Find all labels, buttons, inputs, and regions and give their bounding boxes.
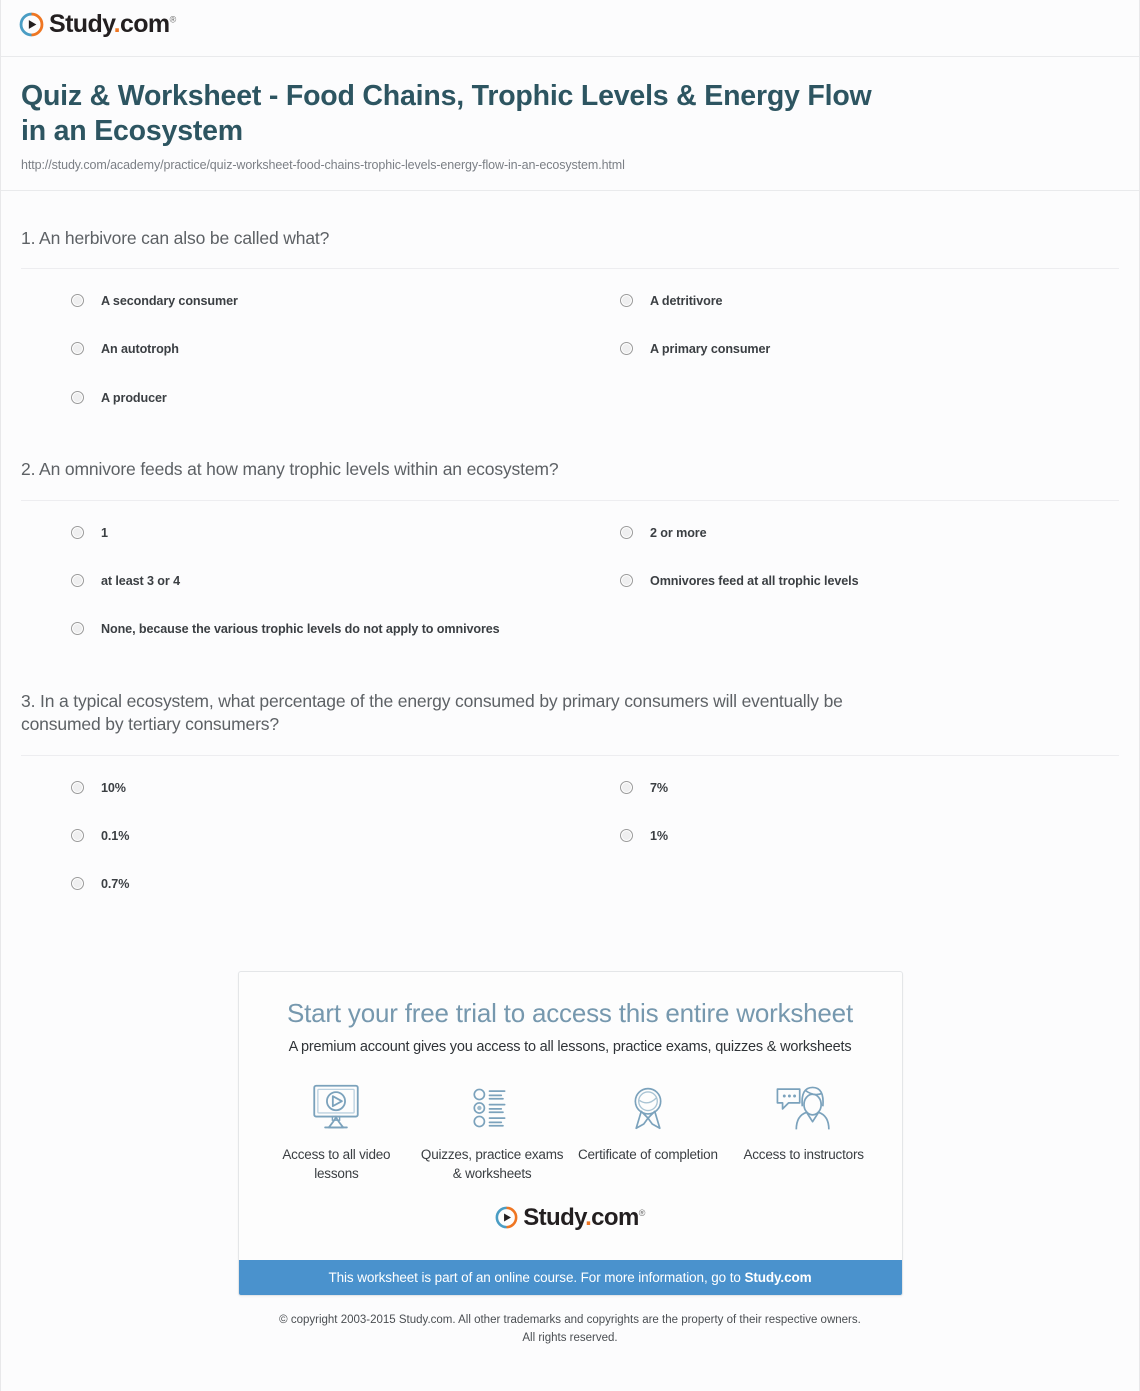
promo-subtitle: A premium account gives you access to al… — [288, 1038, 852, 1055]
answer-label: 10% — [101, 780, 126, 795]
radio-button-icon[interactable] — [71, 780, 84, 794]
radio-button-icon[interactable] — [71, 622, 84, 636]
question-block: 1. An herbivore can also be called what?… — [21, 191, 1119, 423]
promo-title: Start your free trial to access this ent… — [287, 997, 853, 1028]
award-ribbon-icon — [576, 1079, 720, 1137]
answer-label: None, because the various trophic levels… — [101, 622, 500, 637]
feature-item: Certificate of completion — [570, 1079, 726, 1184]
radio-button-icon[interactable] — [71, 829, 84, 843]
promo-content: Start your free trial to access this ent… — [239, 972, 902, 1260]
answer-option[interactable]: 2 or more — [570, 509, 1119, 557]
radio-button-icon[interactable] — [620, 573, 633, 587]
feature-item: Access to instructors — [726, 1079, 882, 1184]
question-divider — [21, 267, 1119, 269]
radio-button-icon[interactable] — [71, 342, 84, 356]
feature-item: Quizzes, practice exams & worksheets — [414, 1079, 570, 1184]
logo-word: Study — [523, 1203, 586, 1231]
answer-option[interactable]: Omnivores feed at all trophic levels — [570, 557, 1119, 605]
answer-label: Omnivores feed at all trophic levels — [650, 573, 859, 588]
instructor-chat-icon — [732, 1079, 876, 1137]
answer-option[interactable]: 10% — [21, 764, 570, 812]
feature-label: Access to all video lessons — [282, 1146, 391, 1182]
radio-button-icon[interactable] — [620, 293, 633, 307]
banner-link[interactable]: Study.com — [744, 1270, 811, 1285]
answer-option[interactable]: A producer — [21, 374, 570, 422]
study-logo[interactable]: Study.com® — [19, 12, 1139, 37]
logo-domain: com — [591, 1203, 639, 1231]
answer-option[interactable]: A secondary consumer — [21, 277, 570, 325]
answer-option[interactable]: An autotroph — [21, 325, 570, 373]
answer-options: 10% 7% 0.1% 1% 0.7% — [21, 764, 1119, 909]
answer-option[interactable]: A primary consumer — [570, 325, 1119, 373]
answer-label: A producer — [101, 390, 167, 405]
online-course-banner[interactable]: This worksheet is part of an online cour… — [238, 1259, 902, 1295]
monitor-play-icon — [265, 1079, 409, 1137]
answer-option[interactable]: A detritivore — [570, 277, 1119, 325]
answer-label: A primary consumer — [650, 342, 771, 357]
radio-button-icon[interactable] — [620, 342, 633, 356]
logo-word: Study — [49, 10, 114, 38]
banner-text: This worksheet is part of an online cour… — [328, 1269, 745, 1285]
answer-options: 1 2 or more at least 3 or 4 Omnivores fe… — [21, 509, 1119, 654]
study-play-logo-icon — [19, 12, 44, 37]
question-divider — [21, 499, 1119, 501]
questions-list: 1. An herbivore can also be called what?… — [1, 191, 1139, 909]
answer-label: An autotroph — [101, 342, 179, 357]
radio-button-icon[interactable] — [620, 780, 633, 794]
promo-section: Start your free trial to access this ent… — [1, 970, 1139, 1296]
study-logo-text: Study.com® — [523, 1203, 646, 1231]
promo-study-logo[interactable]: Study.com® — [259, 1203, 882, 1244]
answer-option[interactable]: 0.1% — [21, 812, 570, 860]
question-text: 3. In a typical ecosystem, what percenta… — [21, 690, 843, 735]
radio-button-icon[interactable] — [620, 525, 633, 539]
answer-option[interactable]: at least 3 or 4 — [21, 557, 570, 605]
title-section: Quiz & Worksheet - Food Chains, Trophic … — [1, 57, 1139, 172]
radio-button-icon[interactable] — [71, 293, 84, 307]
answer-option[interactable]: 1% — [570, 812, 1119, 860]
answer-label: at least 3 or 4 — [101, 573, 181, 588]
answer-option[interactable]: 0.7% — [21, 860, 570, 908]
question-block: 2. An omnivore feeds at how many trophic… — [21, 422, 1119, 654]
copyright-line-1: © copyright 2003-2015 Study.com. All oth… — [279, 1313, 861, 1326]
quiz-list-icon — [420, 1079, 564, 1137]
question-text: 1. An herbivore can also be called what? — [21, 227, 330, 248]
answer-option[interactable]: None, because the various trophic levels… — [21, 605, 570, 653]
answer-options: A secondary consumer A detritivore An au… — [21, 277, 1119, 422]
answer-label: 1 — [101, 525, 108, 540]
copyright-line-2: All rights reserved. — [522, 1331, 618, 1344]
answer-label: 0.7% — [101, 877, 130, 892]
feature-label: Quizzes, practice exams & worksheets — [420, 1146, 564, 1182]
feature-list: Access to all video lessons Quizzes, pra… — [259, 1079, 882, 1184]
question-block: 3. In a typical ecosystem, what percenta… — [21, 654, 1119, 909]
logo-trademark: ® — [638, 1207, 646, 1218]
radio-button-icon[interactable] — [71, 390, 84, 404]
page-title: Quiz & Worksheet - Food Chains, Trophic … — [21, 80, 872, 147]
radio-button-icon[interactable] — [71, 525, 84, 539]
copyright-notice: © copyright 2003-2015 Study.com. All oth… — [1, 1312, 1139, 1348]
question-divider — [21, 754, 1119, 756]
radio-button-icon[interactable] — [71, 573, 84, 587]
logo-trademark: ® — [169, 14, 177, 25]
site-header: Study.com® — [1, 0, 1139, 48]
radio-button-icon[interactable] — [620, 829, 633, 843]
study-play-logo-icon — [495, 1206, 518, 1229]
free-trial-card: Start your free trial to access this ent… — [237, 970, 903, 1296]
question-text: 2. An omnivore feeds at how many trophic… — [21, 459, 559, 480]
answer-label: 2 or more — [650, 525, 707, 540]
study-logo-text: Study.com® — [49, 12, 176, 37]
answer-option[interactable]: 1 — [21, 509, 570, 557]
logo-domain: com — [119, 10, 170, 38]
answer-label: 0.1% — [101, 829, 130, 844]
feature-label: Access to instructors — [743, 1146, 864, 1162]
worksheet-page: Study.com® Quiz & Worksheet - Food Chain… — [0, 0, 1140, 1391]
answer-label: A detritivore — [650, 293, 723, 308]
answer-option[interactable]: 7% — [570, 764, 1119, 812]
answer-label: 1% — [650, 829, 669, 844]
answer-label: 7% — [650, 780, 669, 795]
feature-label: Certificate of completion — [577, 1146, 718, 1162]
page-url: http://study.com/academy/practice/quiz-w… — [21, 157, 625, 172]
answer-label: A secondary consumer — [101, 293, 238, 308]
radio-button-icon[interactable] — [71, 877, 84, 891]
feature-item: Access to all video lessons — [259, 1079, 415, 1184]
